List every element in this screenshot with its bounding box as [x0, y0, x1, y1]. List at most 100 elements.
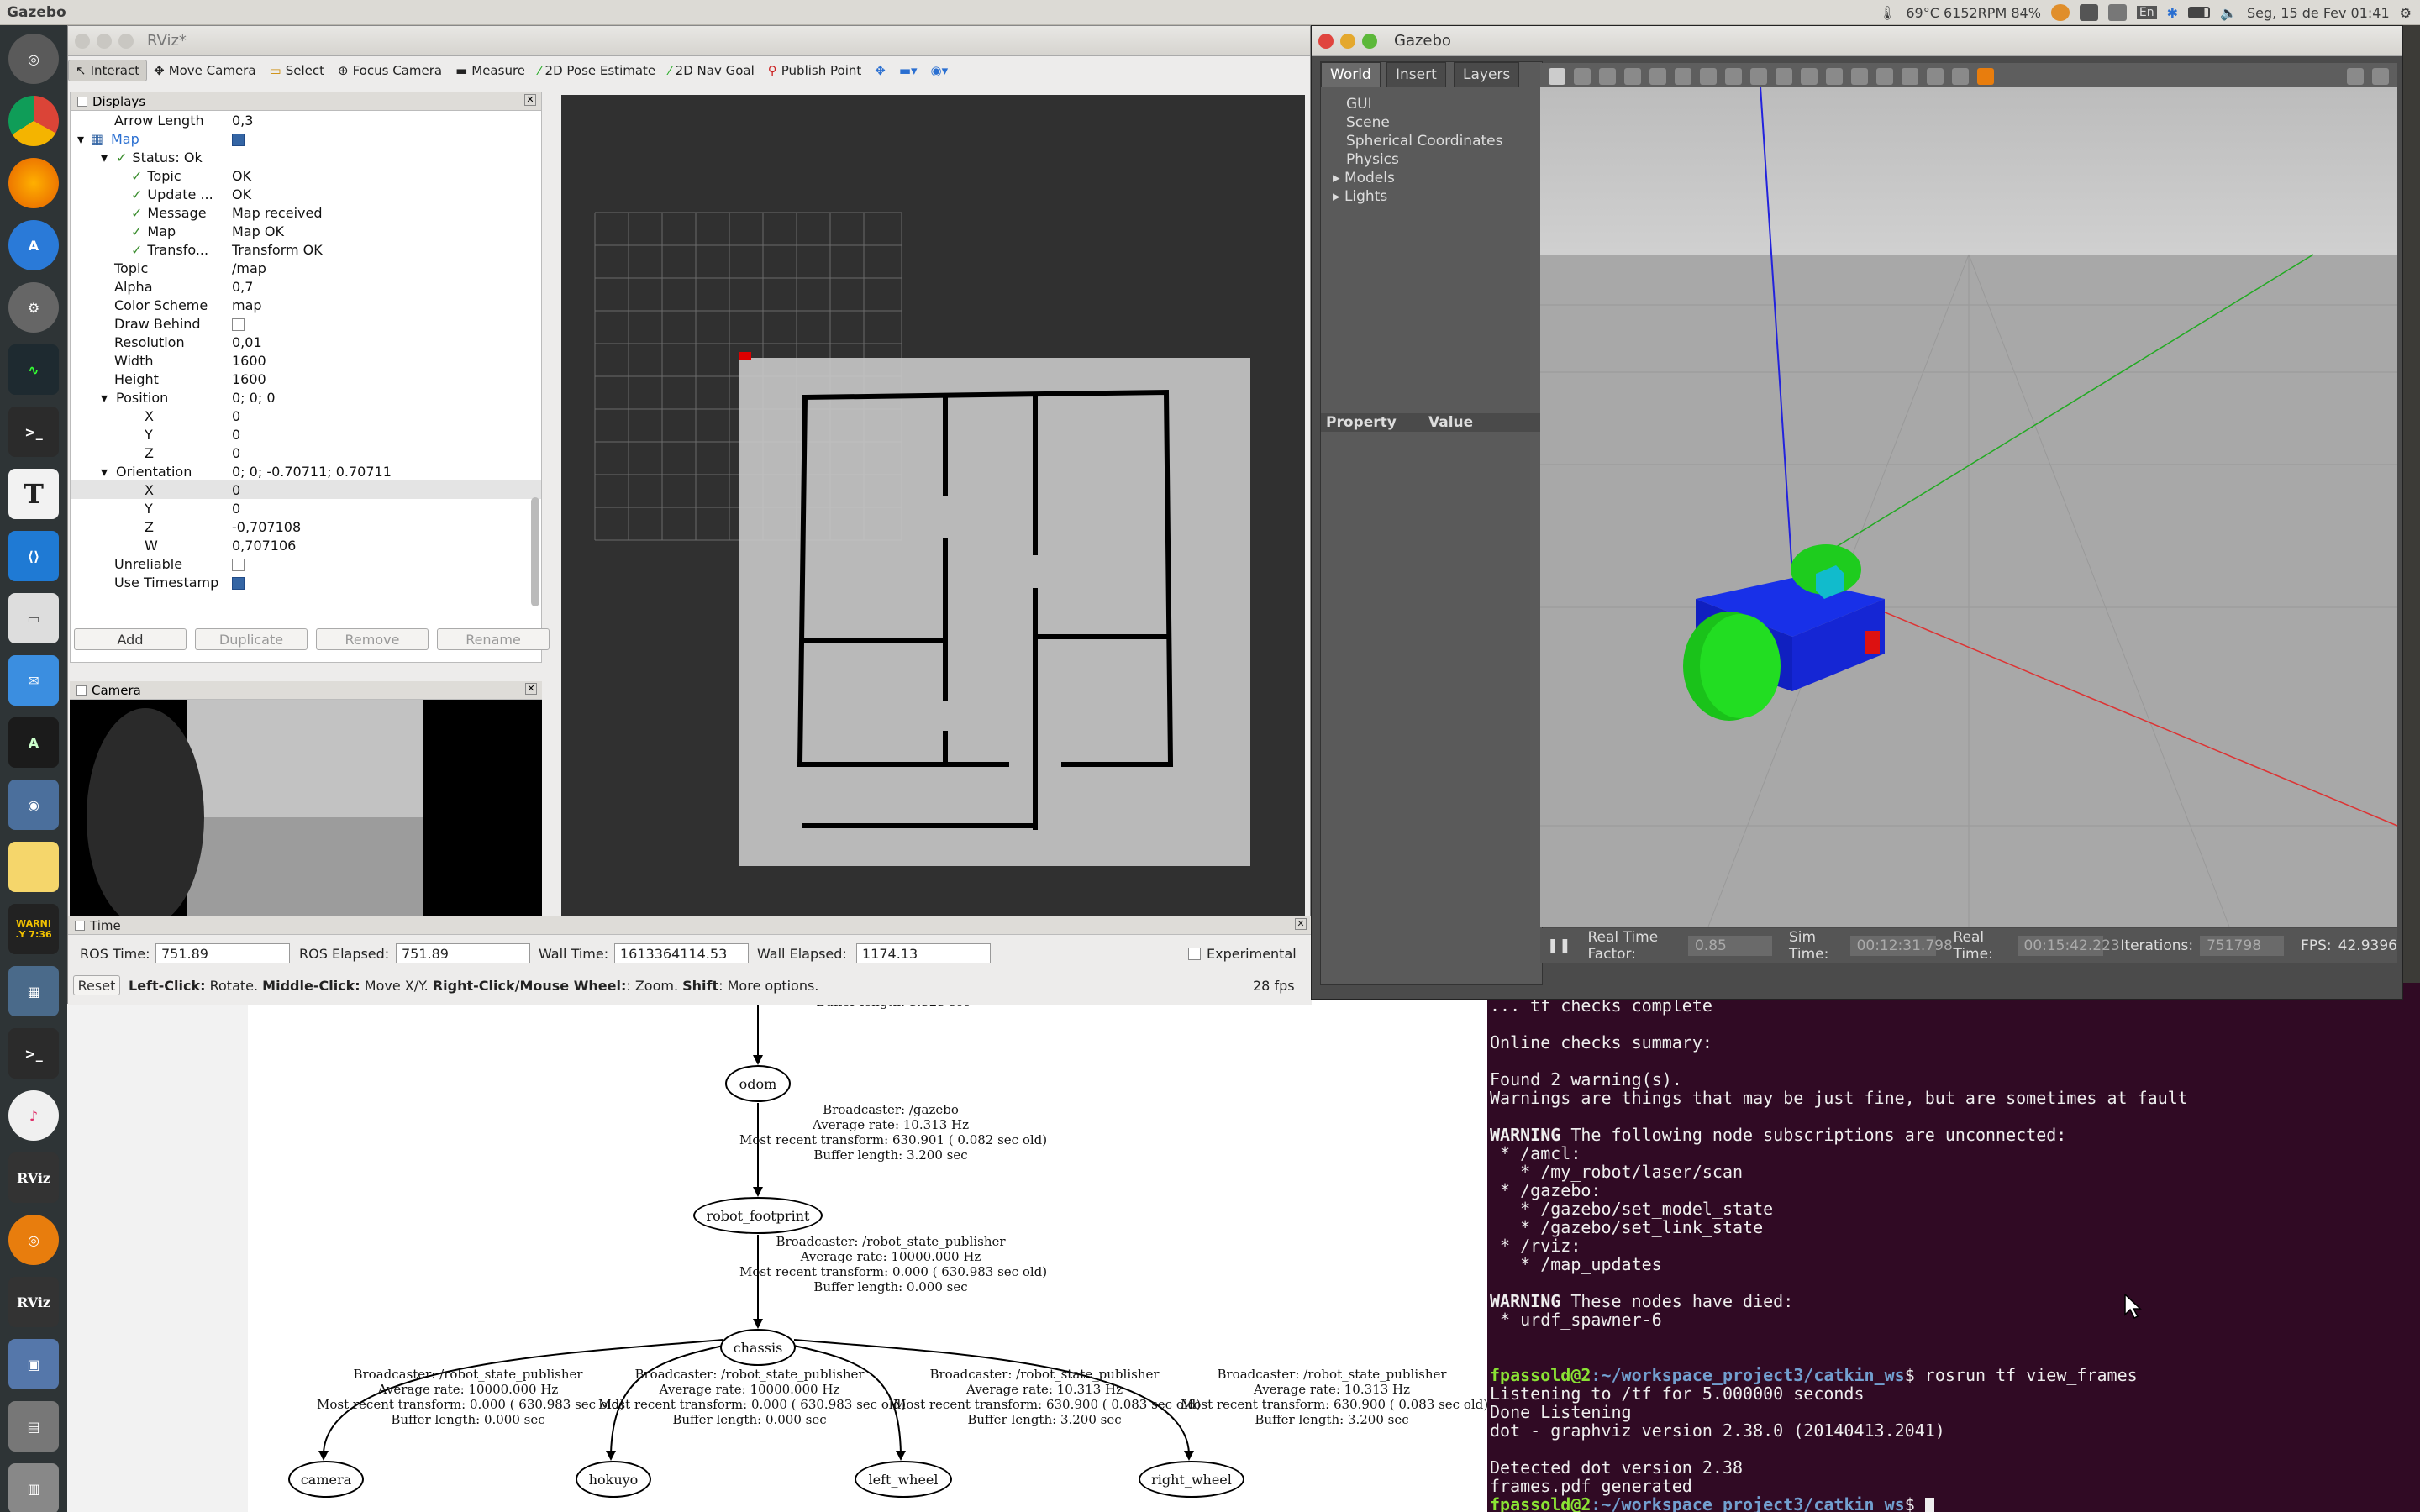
rotate-icon[interactable] [1599, 68, 1616, 85]
interact-tool[interactable]: ↖ Interact [68, 60, 148, 81]
dock-float-icon[interactable] [77, 96, 87, 107]
pause-icon[interactable]: ❚❚ [1547, 937, 1571, 954]
reset-button[interactable]: Reset [73, 975, 120, 995]
prop-row[interactable]: X0 [71, 480, 541, 499]
ros-elapsed-field[interactable]: 751.89 [396, 943, 530, 963]
tree-models[interactable]: ▸ Models [1333, 170, 1395, 186]
prop-row[interactable]: Arrow Length 0,3 [71, 111, 541, 129]
settings-icon[interactable]: ⚙ [8, 282, 59, 333]
snap-icon[interactable] [1927, 68, 1944, 85]
tf-frames-pdf[interactable]: Most recent transform: 630.989 ( -0.006 … [248, 979, 1491, 1512]
select-mode-icon[interactable] [1549, 68, 1565, 85]
directional-light-icon[interactable] [1826, 68, 1843, 85]
displays-tree[interactable]: Arrow Length 0,3 ▾ ▦ Map ▾ ✓ Status: Ok ✓ Topi… [71, 111, 541, 615]
clock[interactable]: Seg, 15 de Fev 01:41 [2247, 5, 2390, 21]
bluetooth-icon[interactable]: ✱ [2167, 5, 2178, 21]
thunderbird-icon[interactable]: ✉ [8, 655, 59, 706]
system-status[interactable]: 69°C 6152RPM 84% [1906, 5, 2041, 21]
use-timestamp-checkbox[interactable] [232, 577, 245, 590]
prop-row[interactable]: ✓ Transfo... Transform OK [71, 240, 541, 259]
prop-row[interactable]: ✓ Map Map OK [71, 222, 541, 240]
enabled-checkbox[interactable] [232, 134, 245, 146]
scale-icon[interactable] [1624, 68, 1641, 85]
thermometer-icon[interactable]: 🌡 [1879, 5, 1896, 21]
screenshot-icon[interactable]: ▭ [8, 593, 59, 643]
experimental-checkbox[interactable] [1188, 948, 1201, 960]
prop-row[interactable]: ✓ Message Map received [71, 203, 541, 222]
tree-spherical-coordinates[interactable]: Spherical Coordinates [1346, 133, 1502, 150]
orientation-row[interactable]: ▾ Orientation 0; 0; -0.70711; 0.70711 [71, 462, 541, 480]
measure-tool[interactable]: ▬ Measure [449, 60, 532, 81]
expand-arrow-icon[interactable]: ▾ [101, 390, 108, 406]
add-button[interactable]: Add [74, 628, 187, 650]
screenshot-icon[interactable] [2347, 68, 2364, 85]
notes-icon[interactable] [8, 842, 59, 892]
close-button[interactable] [1318, 33, 1334, 49]
prop-row[interactable]: X0 [71, 407, 541, 425]
redo-icon[interactable] [1675, 68, 1691, 85]
log-icon[interactable] [2372, 68, 2389, 85]
camera-app-icon[interactable]: ◉ [8, 780, 59, 830]
gazebo-titlebar[interactable]: Gazebo [1312, 26, 2402, 56]
select-tool[interactable]: ▭ Select [263, 60, 331, 81]
blender-icon[interactable]: ◎ [8, 1215, 59, 1265]
power-icon[interactable]: ⚙ [2400, 5, 2412, 21]
copy-icon[interactable] [1851, 68, 1868, 85]
close-button[interactable] [75, 33, 90, 49]
expand-arrow-icon[interactable]: ▾ [101, 464, 108, 480]
wall-time-field[interactable]: 1613364114.53 [614, 943, 749, 963]
move-camera-tool[interactable]: ✥ Move Camera [147, 60, 262, 81]
system-monitor-icon[interactable]: ∿ [8, 344, 59, 395]
status-row[interactable]: ▾ ✓ Status: Ok [71, 148, 541, 166]
tree-scene[interactable]: Scene [1346, 114, 1390, 131]
spot-light-icon[interactable] [1801, 68, 1818, 85]
prop-row[interactable]: Draw Behind [71, 314, 541, 333]
tab-world[interactable]: World [1321, 62, 1381, 87]
inkscape-icon[interactable]: A [8, 717, 59, 768]
vscode-icon[interactable]: ⟨⟩ [8, 531, 59, 581]
typora-icon[interactable]: T [8, 469, 59, 519]
prop-row[interactable]: Height 1600 [71, 370, 541, 388]
prop-row[interactable]: Z -0,707108 [71, 517, 541, 536]
terminal-window[interactable]: ... tf checks complete Online checks sum… [1487, 983, 2420, 1512]
add-tool-icon[interactable]: ✥ [868, 60, 892, 81]
terminal-icon[interactable]: >_ [8, 407, 59, 457]
tab-insert[interactable]: Insert [1386, 62, 1446, 87]
rename-button[interactable]: Rename [437, 628, 550, 650]
prop-row[interactable]: Color Scheme map [71, 296, 541, 314]
close-icon[interactable]: ✕ [525, 683, 537, 695]
publish-point-tool[interactable]: ⚲ Publish Point [761, 60, 868, 81]
app-store-icon[interactable]: A [8, 220, 59, 270]
prop-row[interactable]: Y0 [71, 499, 541, 517]
music-icon[interactable]: ♪ [8, 1090, 59, 1141]
rviz-icon-2[interactable]: RViz [8, 1277, 59, 1327]
magnet-icon[interactable] [1952, 68, 1969, 85]
tree-gui[interactable]: GUI [1346, 96, 1372, 113]
remove-tool-icon[interactable]: ▬▾ [892, 60, 924, 81]
rviz-icon[interactable]: RViz [8, 1152, 59, 1203]
remove-button[interactable]: Remove [316, 628, 429, 650]
close-icon[interactable]: ✕ [524, 94, 536, 106]
dash-icon[interactable]: ◎ [8, 34, 59, 84]
prop-row[interactable]: Resolution 0,01 [71, 333, 541, 351]
dock-float-icon[interactable] [76, 685, 87, 696]
prop-row[interactable]: ✓ Topic OK [71, 166, 541, 185]
box-icon[interactable] [1700, 68, 1717, 85]
expand-arrow-icon[interactable]: ▾ [77, 131, 84, 147]
close-icon[interactable]: ✕ [1295, 918, 1307, 930]
position-row[interactable]: ▾ Position 0; 0; 0 [71, 388, 541, 407]
paste-icon[interactable] [1876, 68, 1893, 85]
eye-icon[interactable]: ◉▾ [924, 60, 955, 81]
minimize-button[interactable] [97, 33, 112, 49]
ros-time-field[interactable]: 751.89 [155, 943, 290, 963]
maximize-button[interactable] [1362, 33, 1377, 49]
cylinder-icon[interactable] [1750, 68, 1767, 85]
undo-icon[interactable] [1649, 68, 1666, 85]
prop-row[interactable]: Z0 [71, 444, 541, 462]
prop-row[interactable]: ✓ Update ... OK [71, 185, 541, 203]
change-view-icon[interactable] [1977, 68, 1994, 85]
prop-row[interactable]: Unreliable [71, 554, 541, 573]
duplicate-button[interactable]: Duplicate [195, 628, 308, 650]
expand-arrow-icon[interactable]: ▸ [1333, 170, 1344, 186]
maximize-button[interactable] [118, 33, 134, 49]
